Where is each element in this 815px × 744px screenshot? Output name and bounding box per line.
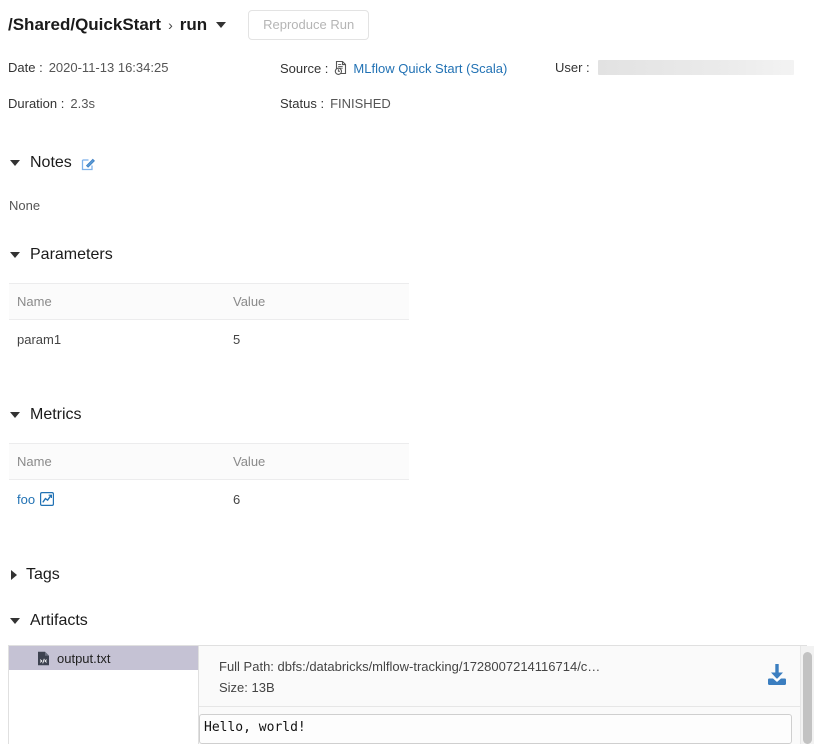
status-label: Status : (280, 96, 324, 111)
metadata-row-2: Duration : 2.3s Status : FINISHED (8, 96, 808, 132)
caret-down-icon[interactable] (10, 160, 20, 166)
metrics-title: Metrics (30, 406, 82, 424)
parameters-section-header[interactable]: Parameters (10, 246, 113, 264)
list-item[interactable]: output.txt (9, 646, 198, 670)
user-label: User : (555, 60, 590, 75)
edit-pencil-icon[interactable] (81, 156, 96, 171)
parameters-title: Parameters (30, 246, 113, 264)
artifact-info-text: Full Path: dbfs:/databricks/mlflow-track… (219, 656, 752, 698)
file-icon (37, 651, 50, 666)
caret-down-icon[interactable] (10, 412, 20, 418)
parameter-name: param1 (9, 320, 225, 360)
tags-section-header[interactable]: Tags (10, 566, 60, 584)
artifact-tree: output.txt (9, 646, 199, 744)
user-value-redacted (598, 60, 794, 75)
table-row: foo 6 (9, 480, 409, 520)
run-metadata: Date : 2020-11-13 16:34:25 Source : MLfl… (8, 60, 808, 132)
date-value: 2020-11-13 16:34:25 (49, 60, 169, 75)
metadata-row-1: Date : 2020-11-13 16:34:25 Source : MLfl… (8, 60, 808, 96)
page-header: /Shared/QuickStart › run Reproduce Run (0, 0, 815, 42)
notebook-revision-icon (334, 60, 349, 76)
download-icon[interactable] (762, 656, 792, 693)
artifact-text-preview: Hello, world! (199, 714, 792, 744)
breadcrumb-separator: › (168, 17, 173, 33)
tags-title: Tags (26, 566, 60, 584)
artifact-info: Full Path: dbfs:/databricks/mlflow-track… (199, 646, 806, 707)
status-value: FINISHED (330, 96, 391, 111)
parameter-value: 5 (225, 320, 409, 360)
notes-body: None (9, 198, 40, 213)
artifact-full-path: Full Path: dbfs:/databricks/mlflow-track… (219, 656, 752, 677)
metrics-col-name: Name (9, 444, 225, 480)
caret-down-icon[interactable] (10, 252, 20, 258)
chevron-down-icon[interactable] (216, 22, 226, 28)
metric-name-cell: foo (9, 480, 225, 520)
caret-right-icon[interactable] (11, 570, 17, 580)
date-field: Date : 2020-11-13 16:34:25 (8, 60, 280, 75)
source-label: Source : (280, 61, 328, 76)
parameters-header-row: Name Value (9, 284, 409, 320)
parameters-col-value: Value (225, 284, 409, 320)
artifact-size: Size: 13B (219, 677, 752, 698)
notes-section-header[interactable]: Notes (10, 154, 96, 172)
metrics-col-value: Value (225, 444, 409, 480)
table-row: param1 5 (9, 320, 409, 360)
breadcrumb-run-name: run (180, 15, 207, 35)
breadcrumb-root[interactable]: /Shared/QuickStart (8, 15, 161, 35)
user-field: User : (555, 60, 808, 75)
duration-label: Duration : (8, 96, 64, 111)
source-link[interactable]: MLflow Quick Start (Scala) (353, 61, 507, 76)
status-field: Status : FINISHED (280, 96, 555, 111)
source-field: Source : MLflow Quick Start (Scala) (280, 60, 555, 76)
artifacts-title: Artifacts (30, 612, 88, 630)
metric-value: 6 (225, 480, 409, 520)
date-label: Date : (8, 60, 43, 75)
duration-value: 2.3s (70, 96, 95, 111)
reproduce-run-button[interactable]: Reproduce Run (248, 10, 369, 40)
scrollbar-thumb[interactable] (803, 652, 812, 744)
metrics-header-row: Name Value (9, 444, 409, 480)
parameters-col-name: Name (9, 284, 225, 320)
artifact-viewer: Full Path: dbfs:/databricks/mlflow-track… (199, 646, 806, 744)
caret-down-icon[interactable] (10, 618, 20, 624)
artifacts-panel: output.txt Full Path: dbfs:/databricks/m… (8, 645, 807, 744)
artifact-file-name: output.txt (57, 651, 110, 666)
artifacts-section-header[interactable]: Artifacts (10, 612, 88, 630)
duration-field: Duration : 2.3s (8, 96, 280, 111)
metrics-section-header[interactable]: Metrics (10, 406, 82, 424)
line-chart-icon[interactable] (40, 492, 54, 506)
breadcrumb: /Shared/QuickStart › run (8, 15, 226, 35)
notes-title: Notes (30, 154, 72, 172)
metrics-table: Name Value foo 6 (9, 443, 409, 519)
metric-name-link[interactable]: foo (17, 492, 35, 507)
parameters-table: Name Value param1 5 (9, 283, 409, 359)
